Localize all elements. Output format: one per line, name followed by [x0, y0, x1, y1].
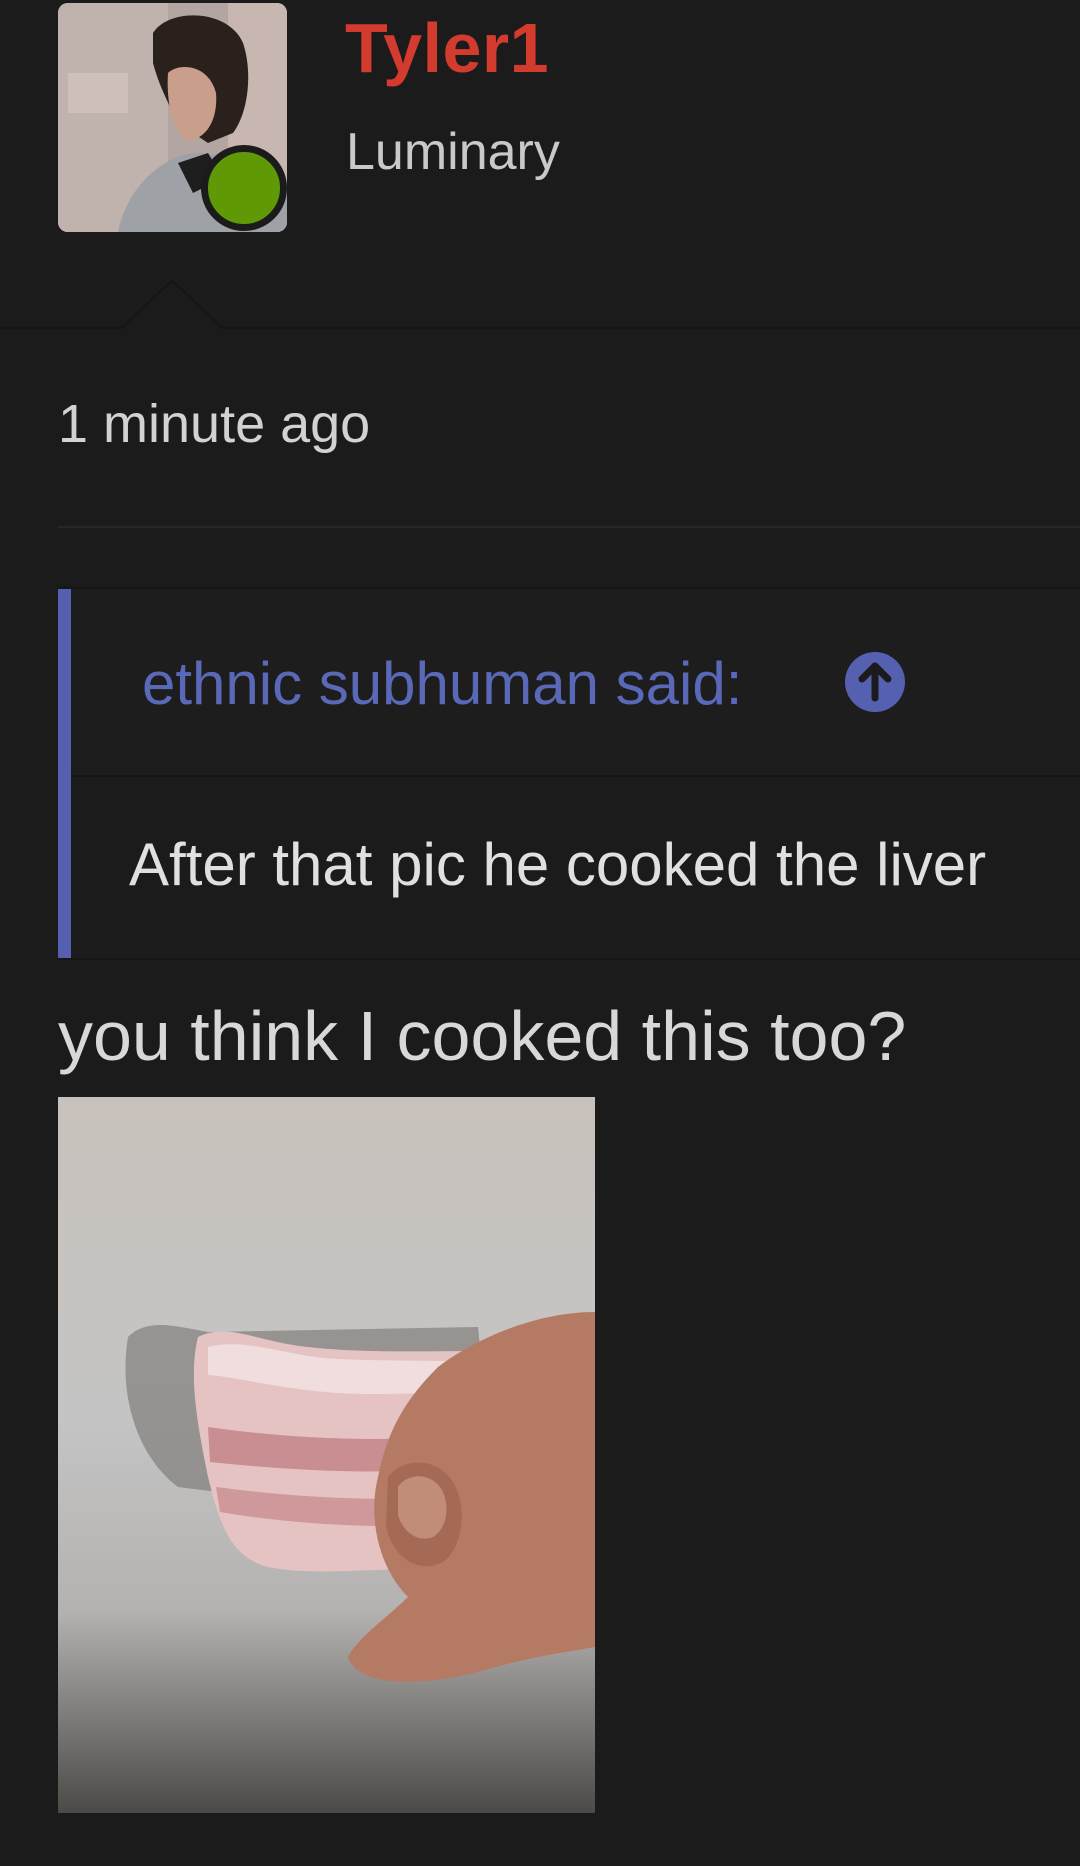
message-text: you think I cooked this too? [58, 997, 907, 1075]
attached-photo[interactable] [58, 1097, 595, 1813]
timestamp-divider [58, 526, 1080, 528]
quote-author-label[interactable]: ethnic subhuman said: [142, 649, 742, 718]
message-pointer [120, 279, 224, 329]
quote-accent-bar [58, 589, 71, 958]
meat-photo [58, 1097, 595, 1813]
quote-header[interactable]: ethnic subhuman said: [71, 589, 1080, 777]
post-page: Tyler1 Luminary 1 minute ago ethnic subh… [0, 0, 1080, 1866]
post-timestamp[interactable]: 1 minute ago [58, 393, 370, 455]
arrow-up-circle-icon[interactable] [845, 652, 905, 712]
online-dot-icon [201, 145, 287, 231]
username[interactable]: Tyler1 [345, 8, 549, 88]
quote-block: ethnic subhuman said: After that pic he … [58, 587, 1080, 960]
quote-text: After that pic he cooked the liver [129, 831, 987, 898]
avatar-container[interactable] [58, 3, 287, 232]
user-title: Luminary [346, 123, 560, 181]
